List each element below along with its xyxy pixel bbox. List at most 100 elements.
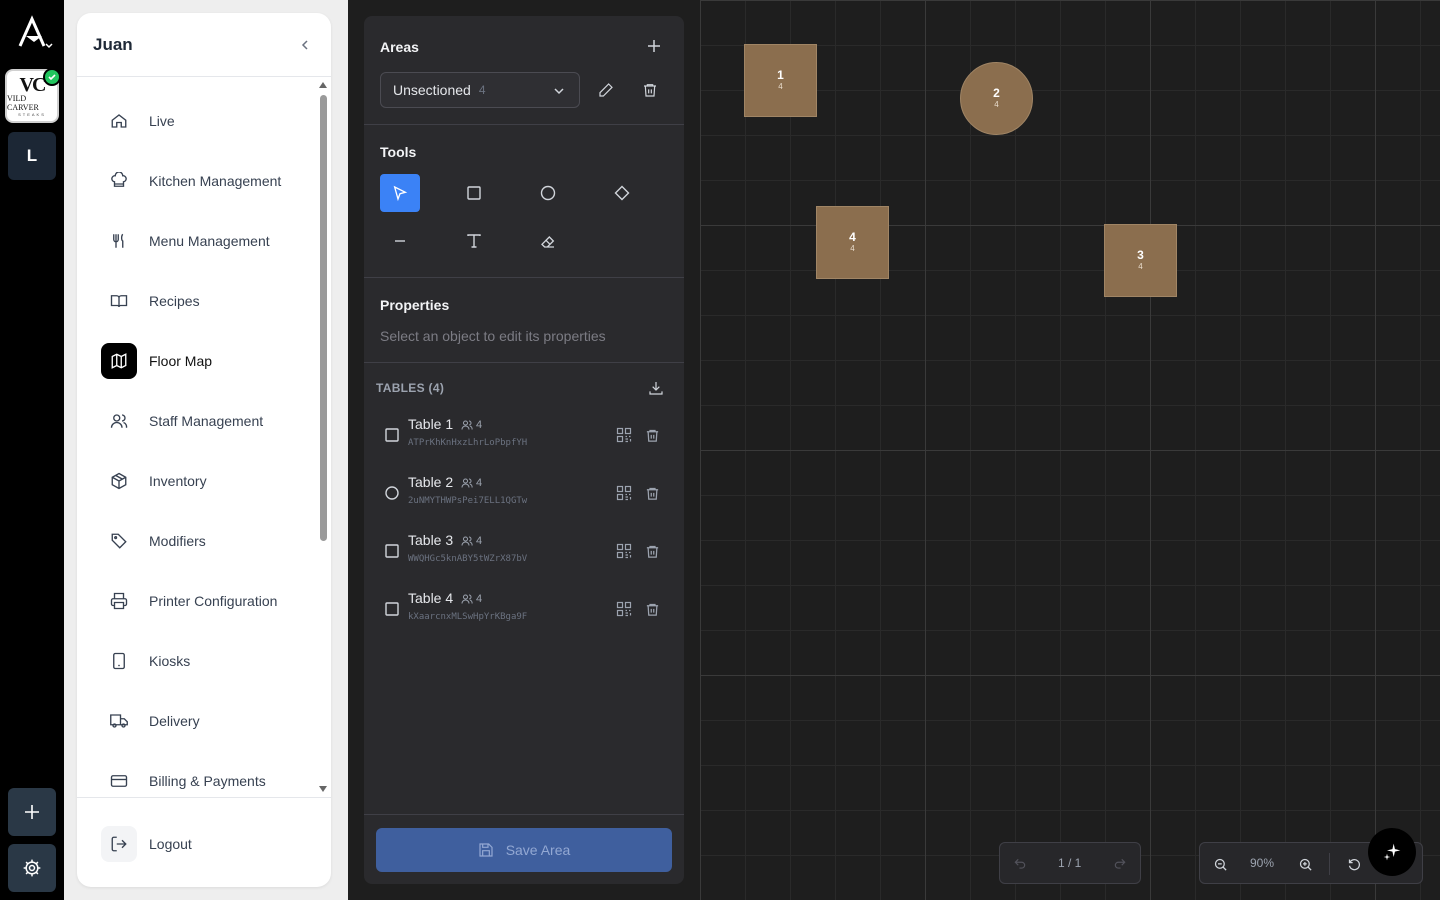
app-logo-icon[interactable] — [14, 14, 54, 54]
table-capacity: 4 — [461, 419, 482, 431]
tablet-icon — [101, 643, 137, 679]
eraser-tool[interactable] — [528, 222, 568, 260]
chef-hat-icon — [101, 163, 137, 199]
floor-map-editor-panel: Areas Unsectioned 4 Tools Properties Sel… — [364, 16, 684, 884]
add-workspace-button[interactable] — [8, 788, 56, 836]
rectangle-tool[interactable] — [454, 174, 494, 212]
square-icon — [467, 186, 481, 200]
square-icon — [384, 543, 400, 559]
sidebar-scrollbar[interactable] — [318, 79, 328, 795]
floor-map-canvas[interactable]: 1 4 2 4 4 4 3 4 1 / 1 90% — [700, 0, 1440, 900]
printer-icon — [101, 583, 137, 619]
delete-table-button[interactable] — [640, 423, 664, 447]
canvas-table-2[interactable]: 2 4 — [960, 62, 1033, 135]
areas-section: Areas Unsectioned 4 — [364, 16, 684, 125]
sidebar-item-staff-management[interactable]: Staff Management — [101, 403, 301, 439]
canvas-table-1[interactable]: 1 4 — [744, 44, 817, 117]
edit-area-button[interactable] — [594, 78, 618, 102]
download-tables-button[interactable] — [644, 376, 668, 400]
credit-card-icon — [101, 763, 137, 797]
zoom-in-button[interactable] — [1293, 852, 1317, 876]
save-area-button[interactable]: Save Area — [376, 828, 672, 872]
sidebar-item-inventory[interactable]: Inventory — [101, 463, 301, 499]
zoom-level: 90% — [1250, 856, 1275, 870]
sparkles-icon — [1383, 843, 1401, 861]
table-row[interactable]: Table 3 4 WWQHGc5knABY5tWZrX87bV — [364, 530, 684, 580]
square-icon — [384, 601, 400, 617]
table-code: kXaarcnxMLSwHpYrKBga9F — [408, 612, 528, 622]
areas-title: Areas — [380, 39, 419, 55]
users-icon — [101, 403, 137, 439]
qr-code-button[interactable] — [612, 423, 636, 447]
diamond-tool[interactable] — [602, 174, 642, 212]
app-rail: VC VILD CARVER STEAKS L — [0, 0, 64, 900]
sidebar-nav: Live Kitchen Management Menu Management … — [77, 91, 331, 797]
text-tool[interactable] — [454, 222, 494, 260]
table-row[interactable]: Table 4 4 kXaarcnxMLSwHpYrKBga9F — [364, 588, 684, 638]
redo-button[interactable] — [1108, 852, 1132, 876]
collapse-sidebar-button[interactable] — [295, 35, 315, 55]
delete-table-button[interactable] — [640, 481, 664, 505]
area-count: 4 — [478, 83, 486, 97]
qr-code-icon — [616, 601, 632, 617]
square-icon — [384, 427, 400, 443]
sidebar-item-recipes[interactable]: Recipes — [101, 283, 301, 319]
sidebar-item-printer-configuration[interactable]: Printer Configuration — [101, 583, 301, 619]
canvas-table-4[interactable]: 4 4 — [816, 206, 889, 279]
sidebar-item-floor-map[interactable]: Floor Map — [101, 343, 301, 379]
scrollbar-thumb[interactable] — [320, 95, 327, 541]
undo-button[interactable] — [1008, 852, 1032, 876]
divider — [1329, 853, 1330, 875]
sidebar-item-kiosks[interactable]: Kiosks — [101, 643, 301, 679]
tools-title: Tools — [380, 144, 417, 160]
history-controls: 1 / 1 — [999, 842, 1141, 884]
settings-button[interactable] — [8, 844, 56, 892]
reset-view-button[interactable] — [1342, 852, 1366, 876]
zoom-out-button[interactable] — [1208, 852, 1232, 876]
utensils-icon — [101, 223, 137, 259]
table-code: ATPrKhKnHxzLhrLoPbpfYH — [408, 438, 528, 448]
trash-icon — [646, 603, 658, 616]
users-icon — [461, 420, 473, 430]
select-tool[interactable] — [380, 174, 420, 212]
minus-icon — [395, 240, 405, 242]
delete-area-button[interactable] — [638, 78, 662, 102]
table-row[interactable]: Table 2 4 2uNMYTHWPsPei7ELL1QGTw — [364, 472, 684, 522]
delete-table-button[interactable] — [640, 539, 664, 563]
add-area-button[interactable] — [642, 34, 666, 58]
tag-icon — [101, 523, 137, 559]
qr-code-icon — [616, 543, 632, 559]
ai-assistant-button[interactable] — [1368, 828, 1416, 876]
sidebar-item-delivery[interactable]: Delivery — [101, 703, 301, 739]
line-tool[interactable] — [380, 222, 420, 260]
tables-title: TABLES (4) — [376, 381, 445, 395]
canvas-table-3[interactable]: 3 4 — [1104, 224, 1177, 297]
user-name: Juan — [93, 34, 133, 54]
circle-tool[interactable] — [528, 174, 568, 212]
sidebar-item-menu-management[interactable]: Menu Management — [101, 223, 301, 259]
table-row[interactable]: Table 1 4 ATPrKhKnHxzLhrLoPbpfYH — [364, 414, 684, 464]
sidebar-footer: Logout — [77, 797, 331, 887]
scroll-up-icon — [319, 82, 327, 88]
sidebar-item-kitchen-management[interactable]: Kitchen Management — [101, 163, 301, 199]
sidebar-header: Juan — [77, 13, 331, 77]
workspace-avatar[interactable]: L — [8, 132, 56, 180]
area-select[interactable]: Unsectioned 4 — [380, 72, 580, 108]
users-icon — [461, 594, 473, 604]
table-code: 2uNMYTHWPsPei7ELL1QGTw — [408, 496, 528, 506]
qr-code-button[interactable] — [612, 481, 636, 505]
trash-icon — [646, 487, 658, 500]
trash-icon — [644, 84, 656, 97]
redo-icon — [1114, 858, 1126, 869]
qr-code-button[interactable] — [612, 539, 636, 563]
delete-table-button[interactable] — [640, 597, 664, 621]
logout-button[interactable]: Logout — [101, 826, 192, 862]
sidebar-item-billing-payments[interactable]: Billing & Payments — [101, 763, 301, 797]
cursor-icon — [393, 185, 408, 201]
chevron-down-icon — [554, 88, 564, 95]
sidebar-item-modifiers[interactable]: Modifiers — [101, 523, 301, 559]
qr-code-button[interactable] — [612, 597, 636, 621]
trash-icon — [646, 429, 658, 442]
sidebar-item-live[interactable]: Live — [101, 103, 301, 139]
properties-section: Properties — [364, 278, 684, 363]
